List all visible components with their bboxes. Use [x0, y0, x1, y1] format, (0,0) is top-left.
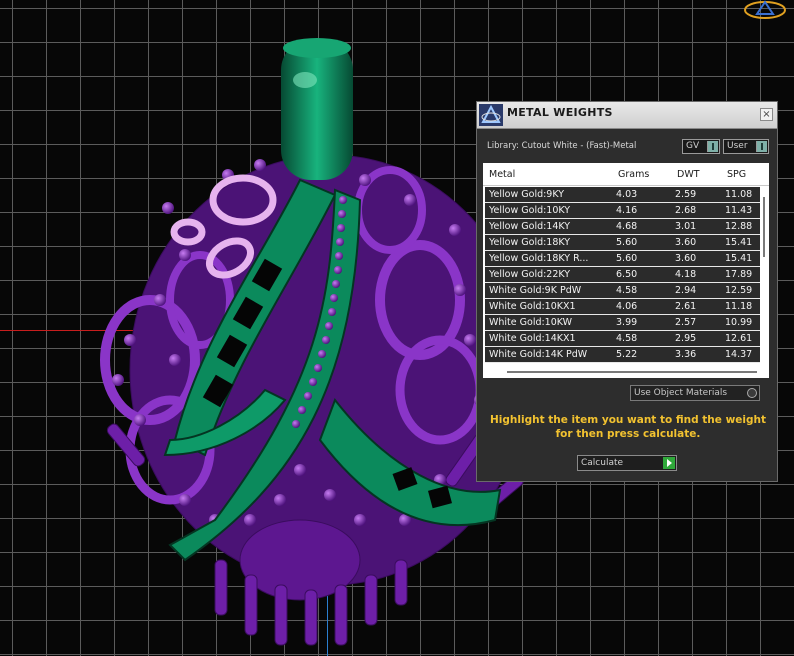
column-header-dwt[interactable]: DWT: [677, 169, 700, 180]
cell-spg: 15.41: [725, 237, 753, 248]
cell-dwt: 2.59: [675, 189, 697, 200]
gv-toggle[interactable]: GV: [682, 139, 720, 154]
cell-metal: White Gold:14KX1: [489, 333, 576, 344]
cell-grams: 5.60: [616, 237, 638, 248]
cell-metal: White Gold:10KX1: [489, 301, 576, 312]
user-label: User: [727, 141, 748, 151]
column-header-spg[interactable]: SPG: [727, 169, 746, 180]
table-row[interactable]: White Gold:10KW 3.99 2.57 10.99: [485, 315, 761, 331]
cell-metal: Yellow Gold:9KY: [489, 189, 565, 200]
cell-grams: 4.16: [616, 205, 638, 216]
table-row[interactable]: White Gold:14KX1 4.58 2.95 12.61: [485, 331, 761, 347]
green-bail: [281, 38, 353, 180]
calculate-button[interactable]: Calculate: [577, 455, 677, 471]
app-logo-icon: [479, 104, 503, 126]
table-row[interactable]: Yellow Gold:22KY 6.50 4.18 17.89: [485, 267, 761, 283]
dialog-titlebar[interactable]: METAL WEIGHTS ×: [477, 102, 777, 129]
table-row[interactable]: Yellow Gold:18KY 5.60 3.60 15.41: [485, 235, 761, 251]
cell-metal: Yellow Gold:18KY R...: [489, 253, 589, 264]
cell-spg: 12.88: [725, 221, 753, 232]
nav-cube-icon[interactable]: [740, 0, 790, 22]
cell-dwt: 3.60: [675, 237, 697, 248]
cell-grams: 6.50: [616, 269, 638, 280]
cell-grams: 5.22: [616, 349, 638, 360]
cell-metal: White Gold:14K PdW: [489, 349, 588, 360]
cell-metal: White Gold:9K PdW: [489, 285, 582, 296]
cell-dwt: 3.01: [675, 221, 697, 232]
use-object-materials-toggle[interactable]: Use Object Materials: [630, 385, 760, 401]
radio-icon: [747, 388, 757, 398]
toggle-icon: [707, 141, 718, 152]
cell-dwt: 2.68: [675, 205, 697, 216]
table-row[interactable]: Yellow Gold:10KY 4.16 2.68 11.43: [485, 203, 761, 219]
cell-dwt: 2.95: [675, 333, 697, 344]
cell-grams: 4.58: [616, 333, 638, 344]
cell-spg: 12.59: [725, 285, 753, 296]
close-icon: ×: [762, 109, 771, 120]
cell-dwt: 3.36: [675, 349, 697, 360]
cell-spg: 11.18: [725, 301, 753, 312]
cell-spg: 14.37: [725, 349, 753, 360]
metal-table[interactable]: Metal Grams DWT SPG Yellow Gold:9KY 4.03 2…: [483, 163, 769, 378]
cell-metal: Yellow Gold:22KY: [489, 269, 571, 280]
scrollbar-thumb[interactable]: [507, 371, 757, 373]
cell-spg: 17.89: [725, 269, 753, 280]
cell-dwt: 4.18: [675, 269, 697, 280]
cell-dwt: 2.94: [675, 285, 697, 296]
table-row[interactable]: White Gold:14K PdW 5.22 3.36 14.37: [485, 347, 761, 363]
metal-weights-dialog: METAL WEIGHTS × Library: Cutout White - …: [476, 101, 778, 482]
cell-dwt: 2.61: [675, 301, 697, 312]
library-label: Library: Cutout White - (Fast)-Metal: [487, 141, 637, 151]
dialog-title: METAL WEIGHTS: [507, 106, 613, 119]
table-row[interactable]: Yellow Gold:9KY 4.03 2.59 11.08: [485, 187, 761, 203]
table-row[interactable]: Yellow Gold:18KY R... 5.60 3.60 15.41: [485, 251, 761, 267]
user-toggle[interactable]: User: [723, 139, 769, 154]
play-arrow-icon: [663, 457, 675, 469]
cell-spg: 15.41: [725, 253, 753, 264]
cell-dwt: 3.60: [675, 253, 697, 264]
cell-spg: 11.08: [725, 189, 753, 200]
cell-grams: 3.99: [616, 317, 638, 328]
table-body: Yellow Gold:9KY 4.03 2.59 11.08 Yellow Gold…: [485, 187, 761, 363]
column-header-grams[interactable]: Grams: [618, 169, 649, 180]
use-object-materials-label: Use Object Materials: [634, 388, 728, 398]
cell-spg: 10.99: [725, 317, 753, 328]
vertical-scrollbar[interactable]: [760, 187, 769, 363]
calculate-label: Calculate: [581, 458, 624, 468]
table-row[interactable]: Yellow Gold:14KY 4.68 3.01 12.88: [485, 219, 761, 235]
close-button[interactable]: ×: [760, 108, 773, 121]
cell-metal: Yellow Gold:18KY: [489, 237, 571, 248]
cell-grams: 4.68: [616, 221, 638, 232]
cell-grams: 5.60: [616, 253, 638, 264]
instruction-text: Highlight the item you want to find the …: [490, 414, 766, 440]
gv-label: GV: [686, 141, 700, 151]
table-row[interactable]: White Gold:9K PdW 4.58 2.94 12.59: [485, 283, 761, 299]
cell-metal: Yellow Gold:14KY: [489, 221, 571, 232]
table-row[interactable]: White Gold:10KX1 4.06 2.61 11.18: [485, 299, 761, 315]
cell-dwt: 2.57: [675, 317, 697, 328]
horizontal-scrollbar[interactable]: [483, 366, 769, 378]
cell-grams: 4.58: [616, 285, 638, 296]
toggle-icon: [756, 141, 767, 152]
cell-grams: 4.06: [616, 301, 638, 312]
cell-spg: 11.43: [725, 205, 753, 216]
column-header-metal[interactable]: Metal: [489, 169, 515, 180]
cell-metal: Yellow Gold:10KY: [489, 205, 571, 216]
cell-metal: White Gold:10KW: [489, 317, 573, 328]
scrollbar-thumb[interactable]: [763, 197, 765, 257]
cell-grams: 4.03: [616, 189, 638, 200]
table-header: Metal Grams DWT SPG: [483, 163, 769, 186]
cell-spg: 12.61: [725, 333, 753, 344]
